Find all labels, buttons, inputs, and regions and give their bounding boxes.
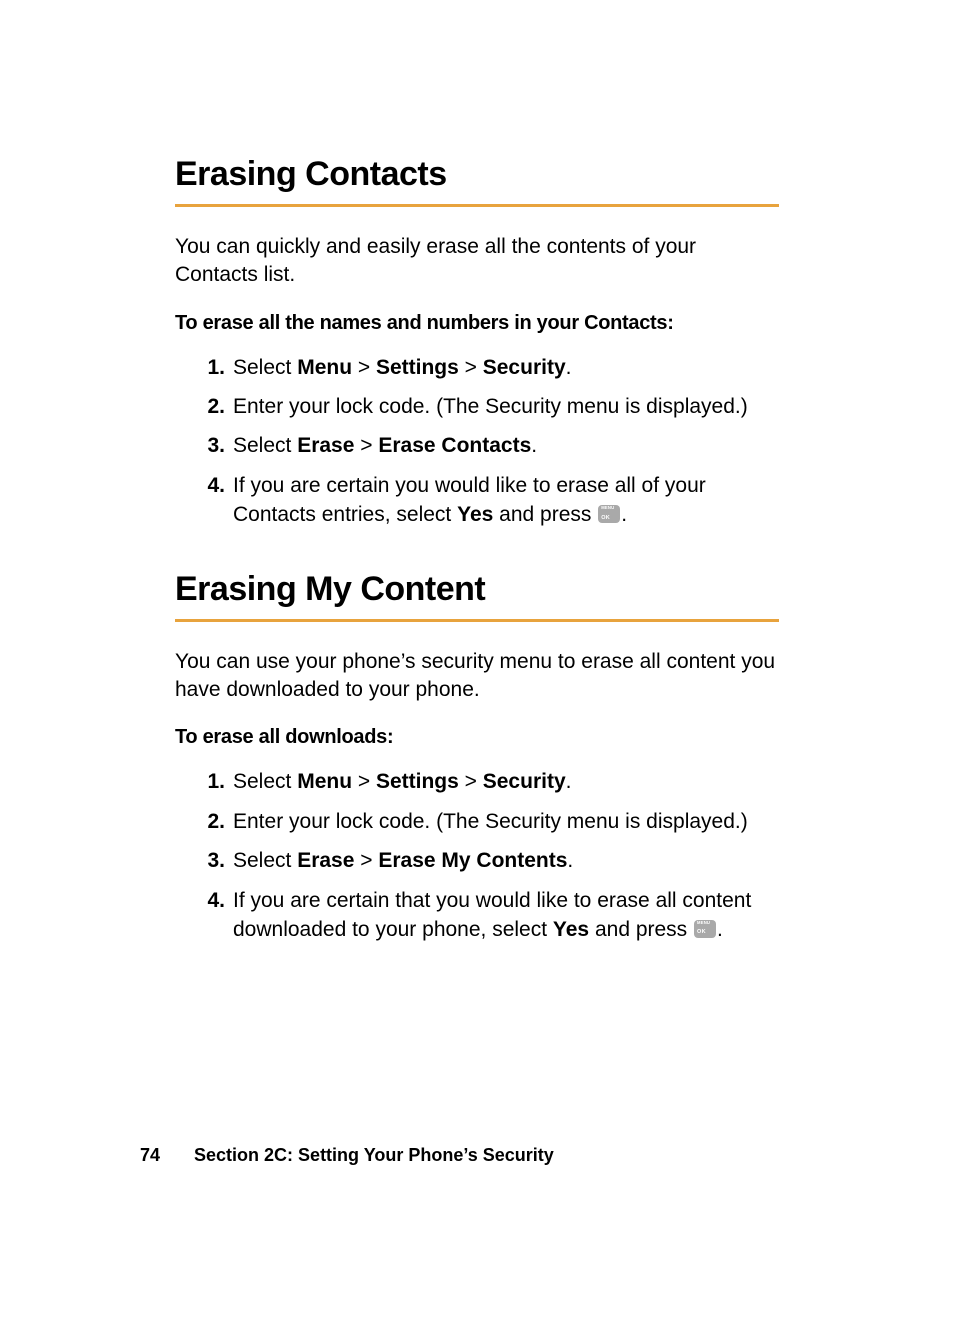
step-text: Select [233,849,297,872]
step-4: If you are certain that you would like t… [229,886,779,945]
breadcrumb-sep: > [352,770,376,793]
erase-label: Erase [297,434,354,457]
steps-erase-downloads: Select Menu > Settings > Security. Enter… [175,767,779,944]
menu-label: Menu [297,356,352,379]
menu-label: Menu [297,770,352,793]
menu-ok-key-icon [694,920,716,938]
settings-label: Settings [376,356,459,379]
breadcrumb-sep: > [354,849,378,872]
yes-label: Yes [457,503,493,526]
breadcrumb-sep: > [354,434,378,457]
subhead-erase-contacts: To erase all the names and numbers in yo… [175,312,779,335]
settings-label: Settings [376,770,459,793]
page-footer: 74 Section 2C: Setting Your Phone’s Secur… [140,1145,554,1166]
step-3: Select Erase > Erase Contacts. [229,431,779,460]
step-text: and press [589,918,693,941]
security-label: Security [483,770,566,793]
step-text: . [717,918,723,941]
step-text: Select [233,770,297,793]
step-text: . [621,503,627,526]
section-label: Section 2C: Setting Your Phone’s Securit… [194,1145,554,1165]
heading-erasing-my-content: Erasing My Content [175,570,779,622]
page-number: 74 [140,1145,160,1165]
erase-contacts-label: Erase Contacts [378,434,531,457]
step-1: Select Menu > Settings > Security. [229,353,779,382]
breadcrumb-sep: > [352,356,376,379]
erase-my-contents-label: Erase My Contents [378,849,567,872]
yes-label: Yes [553,918,589,941]
security-label: Security [483,356,566,379]
erase-label: Erase [297,849,354,872]
subhead-erase-downloads: To erase all downloads: [175,726,779,749]
step-1: Select Menu > Settings > Security. [229,767,779,796]
steps-erase-contacts: Select Menu > Settings > Security. Enter… [175,353,779,530]
step-3: Select Erase > Erase My Contents. [229,846,779,875]
intro-erasing-my-content: You can use your phone’s security menu t… [175,648,779,705]
step-text: Select [233,356,297,379]
step-text: . [531,434,537,457]
step-text: and press [493,503,597,526]
breadcrumb-sep: > [459,356,483,379]
step-text: . [566,770,572,793]
heading-erasing-contacts: Erasing Contacts [175,155,779,207]
step-text: . [567,849,573,872]
step-text: Select [233,434,297,457]
menu-ok-key-icon [598,505,620,523]
breadcrumb-sep: > [459,770,483,793]
step-text: . [566,356,572,379]
step-2: Enter your lock code. (The Security menu… [229,807,779,836]
intro-erasing-contacts: You can quickly and easily erase all the… [175,233,779,290]
step-4: If you are certain you would like to era… [229,471,779,530]
step-2: Enter your lock code. (The Security menu… [229,392,779,421]
